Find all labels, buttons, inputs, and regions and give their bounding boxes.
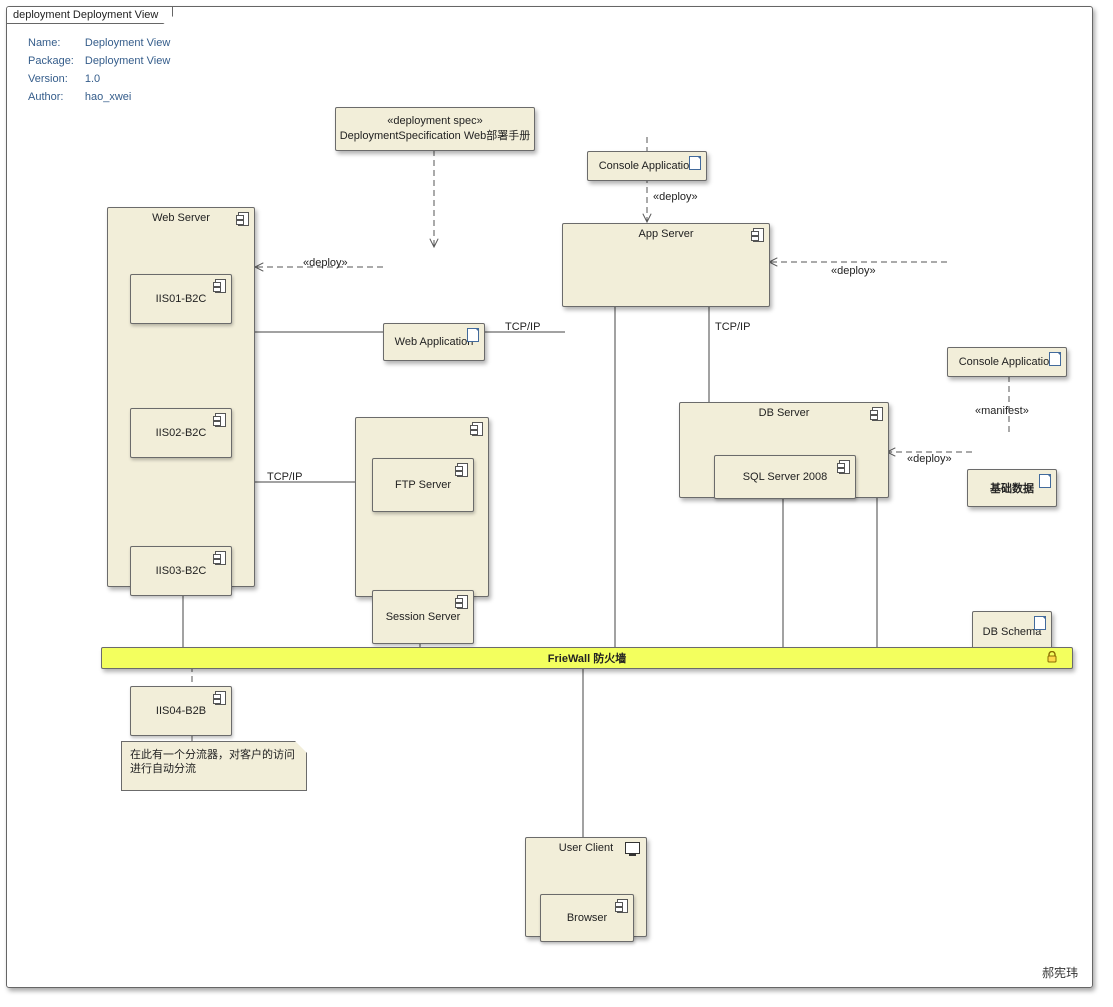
sql-server-label: SQL Server 2008 — [743, 471, 828, 483]
node-icon — [872, 407, 883, 421]
app-server-node[interactable]: App Server — [562, 223, 770, 307]
sql-server[interactable]: SQL Server 2008 — [714, 455, 856, 499]
console-app-right[interactable]: Console Application — [947, 347, 1067, 377]
deploy-label-4: «deploy» — [907, 453, 952, 465]
iis04-label: IIS04-B2B — [156, 705, 206, 717]
web-application[interactable]: Web Application — [383, 323, 485, 361]
node-icon — [472, 422, 483, 436]
meta-name-label: Name: — [27, 35, 82, 51]
diagram-tab: deployment Deployment View — [6, 6, 173, 24]
artifact-icon — [689, 156, 701, 170]
web-application-label: Web Application — [395, 336, 474, 348]
db-server-node[interactable]: DB Server SQL Server 2008 — [679, 402, 889, 498]
device-icon — [625, 842, 640, 854]
browser[interactable]: Browser — [540, 894, 634, 942]
node-icon — [457, 463, 468, 477]
db-schema-label: DB Schema — [983, 626, 1042, 638]
deploy-label-2: «deploy» — [653, 191, 698, 203]
meta-author-label: Author: — [27, 89, 82, 105]
artifact-icon — [1049, 352, 1061, 366]
ftp-server[interactable]: FTP Server — [372, 458, 474, 512]
console-app-top[interactable]: Console Application — [587, 151, 707, 181]
note-text: 在此有一个分流器，对客户的访问进行自动分流 — [130, 749, 295, 775]
ftp-server-label: FTP Server — [395, 479, 451, 491]
console-app-top-label: Console Application — [599, 160, 696, 172]
firewall-boundary[interactable]: FrieWall 防火墙 — [101, 647, 1073, 669]
node-icon — [215, 551, 226, 565]
node-icon — [753, 228, 764, 242]
session-server[interactable]: Session Server — [372, 590, 474, 644]
mid-server-node[interactable]: FTP Server Session Server — [355, 417, 489, 597]
session-server-label: Session Server — [386, 611, 461, 623]
mid-server-title — [356, 418, 488, 428]
artifact-icon — [1034, 616, 1046, 630]
metadata-block: Name:Deployment View Package:Deployment … — [25, 33, 173, 107]
node-icon — [215, 413, 226, 427]
deployment-spec[interactable]: «deployment spec» DeploymentSpecificatio… — [335, 107, 535, 151]
iis03[interactable]: IIS03-B2C — [130, 546, 232, 596]
meta-author: hao_xwei — [84, 89, 171, 105]
deploy-label-3: «deploy» — [831, 265, 876, 277]
deploy-label-1: «deploy» — [303, 257, 348, 269]
footer-author: 郝宪玮 — [1042, 964, 1078, 981]
node-icon — [457, 595, 468, 609]
deployment-spec-stereo: «deployment spec» — [387, 115, 482, 127]
meta-version-label: Version: — [27, 71, 82, 87]
tcpip-label-2: TCP/IP — [715, 321, 750, 333]
web-server-title: Web Server — [108, 208, 254, 230]
diagram-frame: deployment Deployment View Name:Deployme… — [6, 6, 1093, 988]
node-icon — [617, 899, 628, 913]
iis02-label: IIS02-B2C — [156, 427, 207, 439]
node-icon — [839, 460, 850, 474]
lock-icon — [1046, 651, 1058, 663]
tcpip-label-1: TCP/IP — [505, 321, 540, 333]
note-flow-splitter[interactable]: 在此有一个分流器，对客户的访问进行自动分流 — [121, 741, 307, 791]
manifest-label: «manifest» — [975, 405, 1029, 417]
node-icon — [238, 212, 249, 226]
db-server-title: DB Server — [680, 403, 888, 425]
meta-name: Deployment View — [84, 35, 171, 51]
user-client-node[interactable]: User Client Browser — [525, 837, 647, 937]
iis01[interactable]: IIS01-B2C — [130, 274, 232, 324]
node-icon — [215, 691, 226, 705]
iis02[interactable]: IIS02-B2C — [130, 408, 232, 458]
node-icon — [215, 279, 226, 293]
deployment-spec-name: DeploymentSpecification Web部署手册 — [340, 127, 531, 143]
meta-package-label: Package: — [27, 53, 82, 69]
meta-version: 1.0 — [84, 71, 171, 87]
iis01-label: IIS01-B2C — [156, 293, 207, 305]
firewall-label: FrieWall 防火墙 — [548, 650, 626, 666]
browser-label: Browser — [567, 912, 607, 924]
base-data-label: 基础数据 — [990, 480, 1034, 496]
iis04[interactable]: IIS04-B2B — [130, 686, 232, 736]
artifact-icon — [467, 328, 479, 342]
web-server-node[interactable]: Web Server IIS01-B2C IIS02-B2C IIS03-B2C… — [107, 207, 255, 587]
console-app-right-label: Console Application — [959, 356, 1056, 368]
app-server-title: App Server — [563, 224, 769, 246]
artifact-icon — [1039, 474, 1051, 488]
meta-package: Deployment View — [84, 53, 171, 69]
base-data[interactable]: 基础数据 — [967, 469, 1057, 507]
iis03-label: IIS03-B2C — [156, 565, 207, 577]
tcpip-label-3: TCP/IP — [267, 471, 302, 483]
